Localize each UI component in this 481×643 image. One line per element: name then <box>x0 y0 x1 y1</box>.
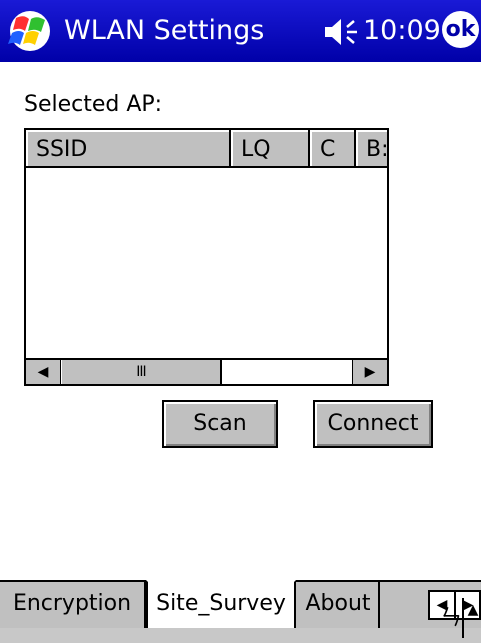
windows-flag-icon[interactable] <box>6 10 54 52</box>
selected-ap-label: Selected AP: <box>24 92 163 117</box>
command-bar <box>0 628 481 643</box>
speaker-icon[interactable] <box>323 18 361 46</box>
horizontal-scrollbar[interactable]: ◀ III ▶ <box>26 358 387 384</box>
connect-button[interactable]: Connect <box>313 400 433 448</box>
tab-about[interactable]: About <box>298 580 380 628</box>
tab-bar: Encryption Site_Survey About ◀ ▶ <box>0 580 481 630</box>
app-title: WLAN Settings <box>64 15 265 46</box>
column-lq[interactable]: LQ <box>231 130 310 168</box>
list-header: SSID LQ C B: <box>26 130 387 170</box>
scroll-left-icon[interactable]: ◀ <box>26 360 61 384</box>
ok-button[interactable]: ok <box>442 11 479 48</box>
column-c[interactable]: C <box>310 130 356 168</box>
tab-encryption[interactable]: Encryption <box>0 580 146 628</box>
column-b[interactable]: B: <box>356 130 387 168</box>
tab-site-survey[interactable]: Site_Survey <box>146 580 296 628</box>
input-panel-icon[interactable]: ㄣ <box>440 604 462 634</box>
clock[interactable]: 10:09 <box>363 14 441 48</box>
scroll-right-icon[interactable]: ▶ <box>352 360 387 384</box>
ap-list[interactable]: SSID LQ C B: ◀ III ▶ <box>24 128 389 386</box>
scroll-thumb[interactable]: III <box>62 360 222 384</box>
column-ssid[interactable]: SSID <box>26 130 231 168</box>
input-panel-arrow-icon[interactable]: ▲ <box>462 598 481 638</box>
scan-button[interactable]: Scan <box>162 400 278 448</box>
title-bar: WLAN Settings 10:09 ok <box>0 0 481 62</box>
